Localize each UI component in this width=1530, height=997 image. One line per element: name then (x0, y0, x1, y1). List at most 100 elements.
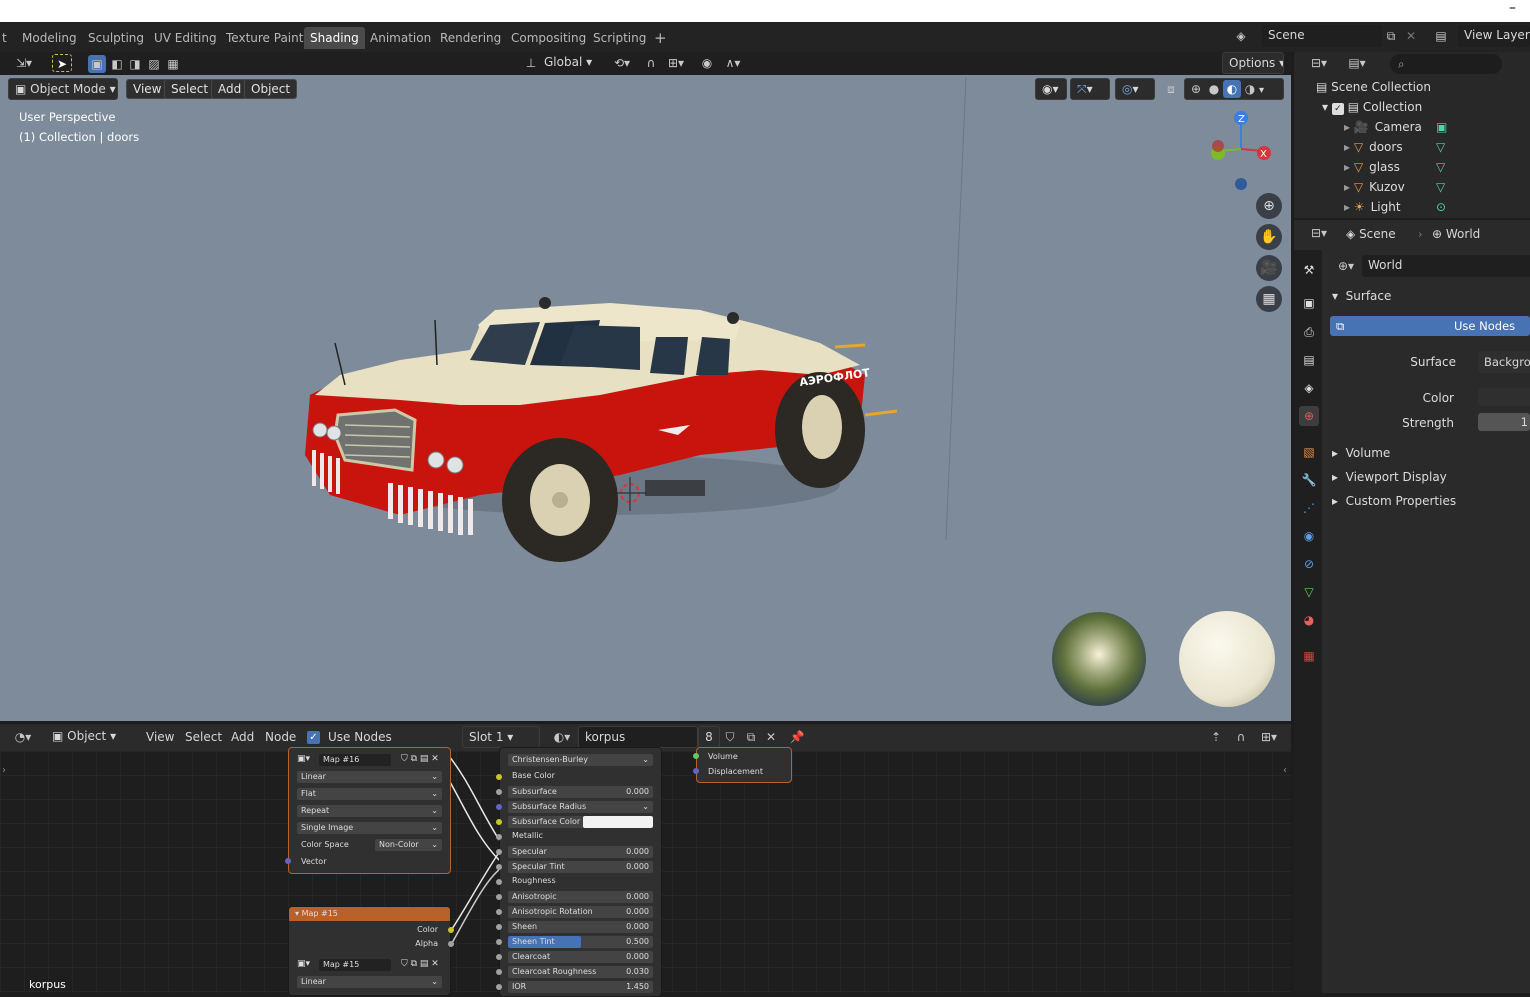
bsdf-input-socket[interactable] (496, 804, 502, 810)
outliner-collection[interactable]: ▾ ✓ ▤ Collection (1294, 97, 1530, 117)
pivot-point-icon[interactable]: ⟲▾ (608, 54, 636, 72)
tab-rendering[interactable]: Rendering (434, 27, 507, 49)
bsdf-input-socket[interactable] (496, 879, 502, 885)
mode-dropdown[interactable]: ▣ Object Mode ▾ (8, 78, 118, 100)
bsdf-input-socket[interactable] (496, 819, 502, 825)
map15-image-actions-icons[interactable]: ⛉ ⧉ ▤ ✕ (401, 959, 439, 969)
editor-type-icon[interactable]: ◔▾ (8, 728, 38, 746)
menu-select[interactable]: Select (164, 79, 216, 99)
surface-panel-header[interactable]: ▾ Surface (1332, 289, 1391, 303)
expand-arrow-icon[interactable]: ▸ (1344, 200, 1354, 214)
select-tool-icon[interactable]: ➤ (52, 54, 72, 72)
zoom-icon[interactable]: ⊕ (1256, 193, 1282, 219)
bsdf-field-specular[interactable]: Specular 0.000 (508, 846, 653, 858)
left-collapse-arrow[interactable]: › (2, 765, 6, 776)
tab-texture-paint[interactable]: Texture Paint (220, 27, 309, 49)
material-browse-icon[interactable]: ◐▾ (549, 728, 575, 746)
material-tab-icon[interactable]: ◕ (1299, 610, 1319, 630)
outliner-search-input[interactable]: ⌕ (1390, 54, 1502, 74)
perspective-grid-icon[interactable]: ▦ (1256, 286, 1282, 312)
texture-tab-icon[interactable]: ▦ (1299, 646, 1319, 666)
image-texture-node-map16[interactable]: ▣▾ Map #16 ⛉ ⧉ ▤ ✕ Linear ⌄ Flat ⌄ Repeat ⌄… (285, 747, 451, 874)
map15-node-header[interactable]: ▾ Map #15 (289, 907, 450, 921)
navigation-gizmo[interactable]: Z X (1205, 109, 1275, 199)
world-browse-icon[interactable]: ⊕▾ (1332, 257, 1360, 275)
tab-compositing[interactable]: Compositing (505, 27, 592, 49)
menu-object[interactable]: Object (244, 79, 298, 99)
select-invert-icon[interactable]: ▨ (145, 55, 163, 73)
outliner-display-mode-icon[interactable]: ⊟▾ (1304, 54, 1334, 72)
image-texture-node-map15[interactable]: ▾ Map #15 Color Alpha ▣▾ Map #15 ⛉ ⧉ ▤ ✕… (288, 906, 454, 996)
bsdf-field-subsurface[interactable]: Subsurface 0.000 (508, 786, 653, 798)
bsdf-field-sheen-tint[interactable]: Sheen Tint 0.500 (508, 936, 653, 948)
camera-view-icon[interactable]: 🎥 (1256, 255, 1282, 281)
subsurface-color-swatch[interactable] (583, 816, 653, 828)
mesh-data-icon[interactable]: ▽ (1436, 137, 1445, 157)
bsdf-input-socket[interactable] (496, 954, 502, 960)
image-browse-icon[interactable]: ▣▾ (297, 754, 310, 764)
volume-panel-header[interactable]: ▸ Volume (1332, 446, 1390, 460)
fake-user-shield-icon[interactable]: ⛉ (721, 728, 739, 746)
properties-editor-type-icon[interactable]: ⊟▾ (1304, 224, 1334, 242)
bsdf-input-socket[interactable] (496, 984, 502, 990)
map15-interpolation-dropdown[interactable]: Linear ⌄ (297, 976, 442, 988)
bsdf-field-ior[interactable]: IOR 1.450 (508, 981, 653, 993)
node-snap-icon[interactable]: ∩ (1232, 728, 1250, 746)
wireframe-shading-icon[interactable]: ⊕ (1187, 80, 1205, 98)
bsdf-field-anisotropic-rotation[interactable]: Anisotropic Rotation 0.000 (508, 906, 653, 918)
expand-arrow-icon[interactable]: ▸ (1344, 160, 1354, 174)
color-output-socket[interactable] (448, 927, 454, 933)
pin-icon[interactable]: 📌 (788, 728, 806, 746)
bsdf-field-clearcoat-roughness[interactable]: Clearcoat Roughness 0.030 (508, 966, 653, 978)
interpolation-dropdown[interactable]: Linear ⌄ (297, 771, 442, 783)
subsurface-method-dropdown[interactable]: Christensen-Burley ⌄ (508, 754, 653, 766)
view-layer-icon[interactable]: ▤ (1432, 27, 1450, 45)
select-intersect-icon[interactable]: ▦ (164, 55, 182, 73)
menu-view[interactable]: View (126, 79, 169, 99)
breadcrumb-scene[interactable]: ◈ Scene (1346, 227, 1396, 241)
constraints-tab-icon[interactable]: ⊘ (1299, 554, 1319, 574)
bsdf-input-socket[interactable] (496, 909, 502, 915)
outliner-item-light[interactable]: ▸ ☀ Light ⊙ (1294, 197, 1530, 217)
node-editor-canvas[interactable]: ▣▾ Map #16 ⛉ ⧉ ▤ ✕ Linear ⌄ Flat ⌄ Repeat ⌄… (0, 747, 1291, 997)
source-dropdown[interactable]: Single Image ⌄ (297, 822, 442, 834)
viewport-display-panel-header[interactable]: ▸ Viewport Display (1332, 470, 1447, 484)
mesh-data-icon[interactable]: ▽ (1436, 177, 1445, 197)
bsdf-field-anisotropic[interactable]: Anisotropic 0.000 (508, 891, 653, 903)
material-name-field[interactable]: korpus (578, 726, 698, 748)
volume-input-socket[interactable] (693, 753, 699, 759)
node-menu-add[interactable]: Add (231, 730, 254, 744)
right-collapse-arrow[interactable]: ‹ (1283, 765, 1287, 776)
world-tab-icon[interactable]: ⊕ (1299, 406, 1319, 426)
unlink-material-icon[interactable]: ✕ (762, 728, 780, 746)
visibility-icon[interactable]: ◉▾ (1035, 78, 1067, 100)
alpha-output-socket[interactable] (448, 941, 454, 947)
tab-modeling[interactable]: Modeling (16, 27, 83, 49)
color-space-dropdown[interactable]: Non-Color ⌄ (375, 839, 442, 851)
select-new-icon[interactable]: ▣ (88, 55, 106, 73)
parent-node-tree-icon[interactable]: ⇡ (1207, 728, 1225, 746)
displacement-input-socket[interactable] (693, 768, 699, 774)
bsdf-input-socket[interactable] (496, 849, 502, 855)
scene-tab-icon[interactable]: ◈ (1299, 378, 1319, 398)
use-nodes-checkbox[interactable]: ✓ (307, 731, 320, 744)
bsdf-input-socket[interactable] (496, 924, 502, 930)
view-layer-field[interactable]: View Layer (1458, 25, 1530, 47)
snap-icon[interactable]: ∩ (642, 54, 660, 72)
expand-arrow-icon[interactable]: ▸ (1344, 120, 1354, 134)
checkbox-icon[interactable]: ✓ (1331, 103, 1344, 115)
slot-dropdown[interactable]: Slot 1 ▾ (462, 726, 540, 748)
select-extend-icon[interactable]: ◧ (108, 55, 126, 73)
bsdf-input-socket[interactable] (496, 894, 502, 900)
new-scene-icon[interactable]: ⧉ (1382, 27, 1400, 45)
light-data-icon[interactable]: ⊙ (1436, 197, 1446, 217)
camera-data-icon[interactable]: ▣ (1436, 117, 1447, 137)
bsdf-input-socket[interactable] (496, 864, 502, 870)
overlay-toggle-icon[interactable]: ◎▾ (1115, 78, 1155, 100)
material-shading-icon[interactable]: ◐ (1223, 80, 1241, 98)
bsdf-input-socket[interactable] (496, 834, 502, 840)
map15-image-name-field[interactable]: Map #15 (319, 959, 391, 971)
scene-name-field[interactable]: Scene (1262, 25, 1382, 47)
xray-icon[interactable]: ⧈ (1162, 80, 1180, 98)
projection-dropdown[interactable]: Flat ⌄ (297, 788, 442, 800)
